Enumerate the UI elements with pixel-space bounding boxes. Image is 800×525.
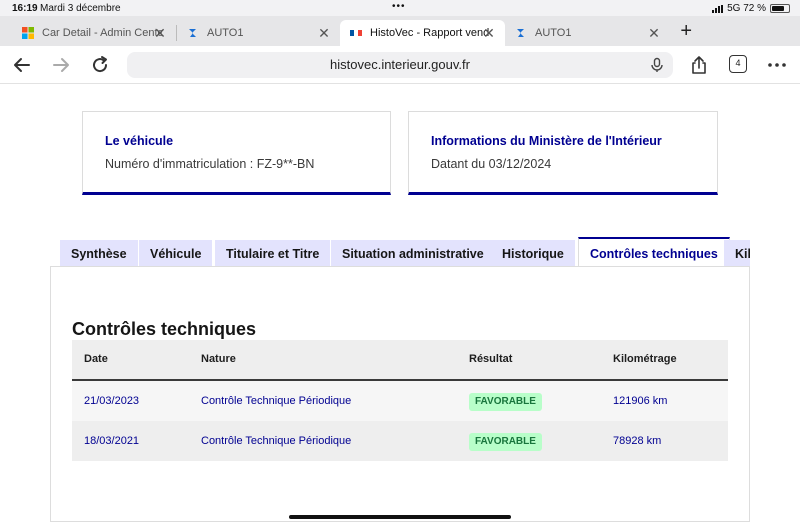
- more-icon[interactable]: [766, 54, 788, 76]
- tab-historique[interactable]: Historique: [491, 240, 575, 267]
- signal-icon: [712, 4, 724, 13]
- table-header: Date Nature Résultat Kilométrage: [72, 340, 728, 381]
- tab-synthese[interactable]: Synthèse: [60, 240, 138, 267]
- tab-titulaire[interactable]: Titulaire et Titre: [215, 240, 331, 267]
- vehicle-card-title: Le véhicule: [105, 134, 174, 148]
- controles-table: Date Nature Résultat Kilométrage 21/03/2…: [72, 340, 728, 461]
- tab-kilometrage[interactable]: Kilométrage: [724, 240, 750, 267]
- row-date: 18/03/2021: [84, 435, 140, 447]
- url-text: histovec.interieur.gouv.fr: [330, 57, 470, 72]
- column-header-date: Date: [84, 353, 108, 365]
- close-icon[interactable]: ✕: [481, 25, 497, 41]
- browser-tab-histovec[interactable]: HistoVec - Rapport vendeur ✕: [340, 20, 505, 46]
- controles-panel: Contrôles techniques Date Nature Résulta…: [50, 266, 750, 522]
- table-row: 18/03/2021 Contrôle Technique Périodique…: [72, 421, 728, 461]
- tab-controles-techniques[interactable]: Contrôles techniques: [578, 237, 730, 267]
- tab-title: AUTO1: [207, 27, 244, 39]
- share-icon[interactable]: [688, 54, 710, 76]
- column-header-resultat: Résultat: [469, 353, 513, 365]
- browser-tab-car-detail[interactable]: Car Detail - Admin Center ✕: [12, 20, 176, 46]
- status-bar: 16:19 Mardi 3 décembre ••• 5G 72 %: [0, 0, 800, 16]
- auto1-icon: [517, 29, 524, 37]
- page-content: Le véhicule Numéro d'immatriculation : F…: [0, 85, 800, 525]
- section-title: Contrôles techniques: [72, 319, 257, 339]
- status-date: Mardi 3 décembre: [40, 3, 121, 14]
- browser-toolbar: histovec.interieur.gouv.fr 4: [0, 46, 800, 84]
- close-icon[interactable]: ✕: [316, 25, 332, 41]
- registration-number: Numéro d'immatriculation : FZ-9**-BN: [105, 157, 315, 171]
- result-badge: FAVORABLE: [469, 433, 542, 451]
- multitask-dots[interactable]: •••: [392, 1, 406, 12]
- result-badge: FAVORABLE: [469, 393, 542, 411]
- column-header-kilometrage: Kilométrage: [613, 353, 677, 365]
- grid-icon: [22, 27, 34, 39]
- browser-tab-auto1-second[interactable]: AUTO1 ✕: [505, 20, 670, 46]
- browser-tab-strip: Car Detail - Admin Center ✕ AUTO1 ✕ Hist…: [0, 16, 800, 46]
- tab-title: Car Detail - Admin Center: [42, 27, 162, 39]
- row-nature: Contrôle Technique Périodique: [201, 435, 352, 447]
- home-indicator[interactable]: [289, 515, 511, 519]
- forward-arrow-icon[interactable]: [50, 54, 72, 76]
- column-header-nature: Nature: [201, 353, 236, 365]
- flag-fr-icon: [350, 30, 362, 36]
- row-kilometrage: 78928 km: [613, 435, 662, 447]
- browser-tab-auto1[interactable]: AUTO1 ✕: [177, 20, 340, 46]
- row-nature: Contrôle Technique Périodique: [201, 395, 352, 407]
- close-icon[interactable]: ✕: [646, 25, 662, 41]
- ministry-card-title: Informations du Ministère de l'Intérieur: [431, 134, 662, 148]
- tab-vehicule[interactable]: Véhicule: [139, 240, 213, 267]
- network-battery-text: 5G 72 %: [727, 3, 766, 14]
- vehicle-card: Le véhicule Numéro d'immatriculation : F…: [82, 111, 391, 195]
- ministry-card: Informations du Ministère de l'Intérieur…: [408, 111, 718, 195]
- table-row: 21/03/2023 Contrôle Technique Périodique…: [72, 381, 728, 421]
- section-tabs: Synthèse Véhicule Titulaire et Titre Sit…: [50, 237, 750, 267]
- reload-icon[interactable]: [89, 54, 111, 76]
- battery-icon: [770, 4, 790, 13]
- tab-overview-button[interactable]: 4: [729, 55, 747, 73]
- new-tab-button[interactable]: +: [680, 21, 692, 41]
- tab-title: HistoVec - Rapport vendeur: [370, 27, 490, 39]
- status-time: 16:19: [12, 3, 38, 14]
- row-kilometrage: 121906 km: [613, 395, 668, 407]
- data-date: Datant du 03/12/2024: [431, 157, 552, 171]
- address-bar[interactable]: histovec.interieur.gouv.fr: [127, 52, 673, 78]
- microphone-icon[interactable]: [649, 57, 665, 73]
- row-date: 21/03/2023: [84, 395, 140, 407]
- auto1-icon: [189, 29, 196, 37]
- tab-title: AUTO1: [535, 27, 572, 39]
- back-arrow-icon[interactable]: [11, 54, 33, 76]
- tab-situation-administrative[interactable]: Situation administrative: [331, 240, 495, 267]
- close-icon[interactable]: ✕: [152, 25, 168, 41]
